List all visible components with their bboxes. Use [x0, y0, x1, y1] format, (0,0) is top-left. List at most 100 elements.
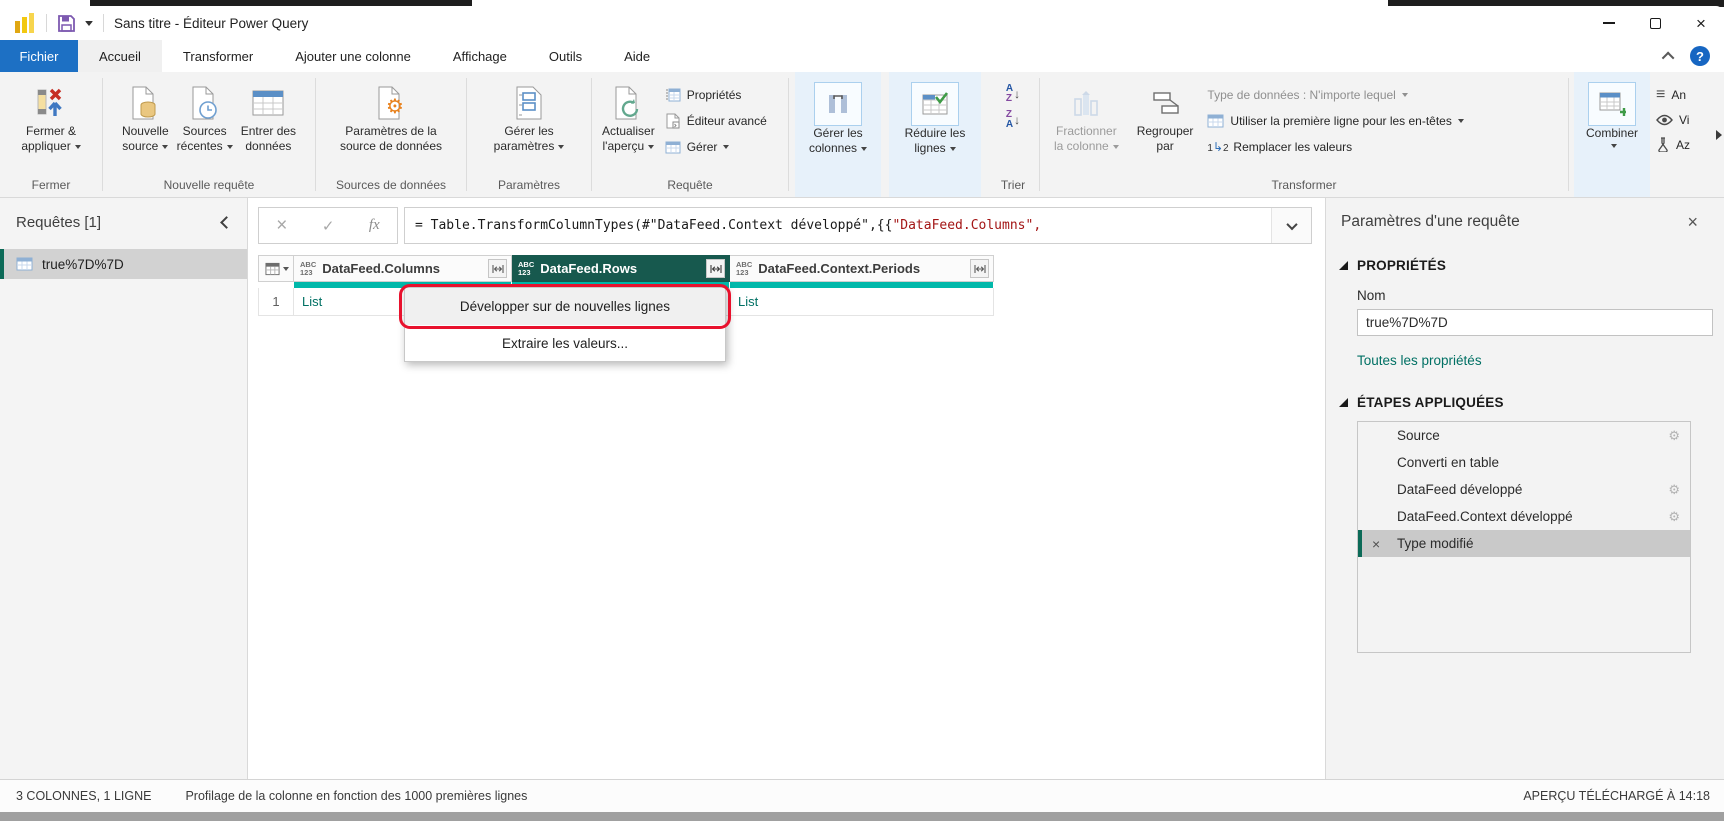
ribbon-group-sources-de-donnees: ⚙ Paramètres de la source de données Sou…: [316, 72, 466, 197]
recent-sources-button[interactable]: Sources récentes: [173, 80, 237, 156]
quick-access-dropdown-icon[interactable]: [85, 21, 93, 26]
group-by-icon: [1148, 82, 1182, 124]
window-controls: ×: [1586, 6, 1724, 40]
refresh-preview-button[interactable]: Actualiser l'aperçu: [598, 80, 659, 156]
step-changed-type[interactable]: × Type modifié: [1358, 530, 1690, 557]
new-source-button[interactable]: Nouvelle source: [118, 80, 173, 156]
cancel-formula-icon[interactable]: ×: [276, 215, 287, 237]
tabbar-right: ?: [1665, 40, 1724, 72]
delete-step-icon[interactable]: ×: [1372, 536, 1380, 552]
minimize-icon: [1603, 22, 1615, 24]
gear-icon[interactable]: ⚙: [1668, 428, 1680, 444]
step-converted-to-table[interactable]: Converti en table: [1358, 449, 1690, 476]
ribbon-group-requete: Actualiser l'aperçu Propriétés: [592, 72, 788, 197]
group-by-button[interactable]: Regrouper par: [1133, 80, 1198, 156]
step-source[interactable]: Source ⚙: [1358, 422, 1690, 449]
ribbon-expand-icon[interactable]: [1716, 130, 1722, 140]
combine-icon: [1588, 82, 1636, 126]
close-pane-icon[interactable]: ×: [1687, 213, 1698, 231]
power-query-editor-window: Sans titre - Éditeur Power Query × Fichi…: [0, 0, 1724, 821]
column-header-datafeed-context-periods[interactable]: ABC123 DataFeed.Context.Periods: [730, 255, 994, 282]
replace-values-button[interactable]: 1↳2 Remplacer les valeurs: [1207, 134, 1463, 160]
divider: [788, 78, 789, 191]
grid-corner-button[interactable]: [258, 255, 294, 282]
sort-descending-button[interactable]: ZA ↓: [1006, 110, 1020, 130]
collapse-ribbon-icon[interactable]: [1662, 51, 1675, 64]
dropdown-caret: [1402, 93, 1408, 97]
tab-outils[interactable]: Outils: [528, 40, 603, 72]
vision-button[interactable]: Vi: [1656, 107, 1712, 132]
help-icon[interactable]: ?: [1690, 46, 1710, 66]
formula-expand-button[interactable]: [1271, 208, 1311, 243]
query-name-input[interactable]: true%7D%7D: [1357, 309, 1713, 336]
text-analytics-button[interactable]: ≡ An: [1656, 82, 1712, 107]
gear-icon[interactable]: ⚙: [1668, 482, 1680, 498]
manage-parameters-button[interactable]: Gérer les paramètres: [490, 80, 569, 156]
expand-column-icon[interactable]: [488, 259, 507, 278]
section-expanded-icon: [1339, 261, 1348, 270]
close-and-apply-button[interactable]: Fermer & appliquer: [17, 80, 84, 156]
tab-fichier[interactable]: Fichier: [0, 40, 78, 72]
dropdown-caret: [861, 147, 867, 151]
azure-ml-button[interactable]: Az: [1656, 132, 1712, 157]
all-properties-link[interactable]: Toutes les propriétés: [1357, 353, 1724, 368]
advanced-editor-button[interactable]: Éditeur avancé: [665, 108, 767, 134]
column-header-datafeed-columns[interactable]: ABC123 DataFeed.Columns: [294, 255, 512, 282]
status-columns-rows: 3 COLONNES, 1 LIGNE: [16, 789, 151, 803]
collapse-pane-icon[interactable]: [220, 216, 233, 229]
use-first-row-headers-button[interactable]: Utiliser la première ligne pour les en-t…: [1207, 108, 1463, 134]
queries-pane-header: Requêtes [1]: [0, 198, 247, 241]
menu-item-extract-values[interactable]: Extraire les valeurs...: [405, 325, 725, 361]
properties-section-header[interactable]: PROPRIÉTÉS: [1339, 258, 1724, 273]
reduce-rows-button[interactable]: Réduire les lignes: [889, 72, 981, 197]
chevron-down-icon: [1286, 218, 1297, 229]
dropdown-caret: [75, 145, 81, 149]
query-name: true%7D%7D: [42, 257, 124, 272]
fx-icon[interactable]: fx: [369, 217, 380, 234]
minimize-button[interactable]: [1586, 6, 1632, 40]
data-type-abc123-icon: ABC123: [518, 261, 534, 276]
formula-buttons: × ✓ fx: [258, 207, 398, 244]
manage-columns-button[interactable]: Gérer les colonnes: [795, 72, 881, 197]
tab-accueil[interactable]: Accueil: [78, 40, 162, 72]
step-datafeed-expanded[interactable]: DataFeed développé ⚙: [1358, 476, 1690, 503]
maximize-button[interactable]: [1632, 6, 1678, 40]
arrow-down-icon: ↓: [1014, 110, 1020, 130]
sort-ascending-button[interactable]: AZ ↓: [1006, 84, 1020, 104]
reduce-rows-icon: [911, 82, 959, 126]
ribbon-group-parametres: Gérer les paramètres Paramètres: [467, 72, 591, 197]
expand-column-icon[interactable]: [706, 259, 725, 278]
combine-button[interactable]: Combiner: [1574, 72, 1650, 197]
grid-cell[interactable]: List: [730, 288, 994, 316]
close-button[interactable]: ×: [1678, 6, 1724, 40]
column-header-datafeed-rows[interactable]: ABC123 DataFeed.Rows: [512, 255, 730, 282]
commit-formula-icon[interactable]: ✓: [322, 217, 335, 235]
ribbon-group-nouvelle-requete: Nouvelle source Sources récentes: [103, 72, 315, 197]
tab-aide[interactable]: Aide: [603, 40, 671, 72]
dropdown-caret: [950, 147, 956, 151]
properties-button[interactable]: Propriétés: [665, 82, 767, 108]
gear-icon[interactable]: ⚙: [1668, 509, 1680, 525]
split-column-button[interactable]: Fractionner la colonne: [1050, 80, 1123, 156]
step-datafeed-context-expanded[interactable]: DataFeed.Context développé ⚙: [1358, 503, 1690, 530]
row-number[interactable]: 1: [258, 288, 294, 316]
query-settings-pane: Paramètres d'une requête × PROPRIÉTÉS No…: [1325, 198, 1724, 779]
query-list-item[interactable]: true%7D%7D: [0, 249, 247, 279]
data-source-settings-button[interactable]: ⚙ Paramètres de la source de données: [336, 80, 446, 156]
menu-item-expand-to-new-rows[interactable]: Développer sur de nouvelles lignes: [405, 288, 725, 325]
dropdown-caret: [723, 145, 729, 149]
formula-input[interactable]: = Table.TransformColumnTypes(#"DataFeed.…: [404, 207, 1312, 244]
menu-bar: Fichier Accueil Transformer Ajouter une …: [0, 40, 1724, 72]
applied-steps-section-header[interactable]: ÉTAPES APPLIQUÉES: [1339, 395, 1724, 410]
tab-affichage[interactable]: Affichage: [432, 40, 528, 72]
tab-ajouter-une-colonne[interactable]: Ajouter une colonne: [274, 40, 432, 72]
tab-transformer[interactable]: Transformer: [162, 40, 274, 72]
formula-text: = Table.TransformColumnTypes(#"DataFeed.…: [405, 218, 1271, 233]
enter-data-button[interactable]: Entrer des données: [237, 80, 300, 156]
expand-column-icon[interactable]: [970, 259, 989, 278]
manage-query-button[interactable]: Gérer: [665, 134, 767, 160]
data-type-button[interactable]: Type de données : N'importe lequel: [1207, 82, 1463, 108]
save-button[interactable]: [57, 14, 76, 33]
sort-az-icon: AZ: [1006, 84, 1013, 104]
status-profiling[interactable]: Profilage de la colonne en fonction des …: [185, 789, 527, 803]
